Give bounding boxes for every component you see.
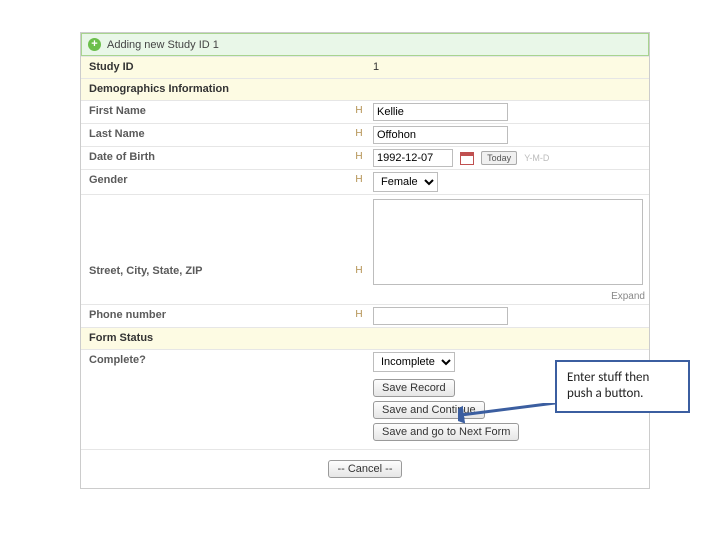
address-textarea[interactable] — [373, 199, 643, 285]
label-phone: Phone number — [81, 305, 351, 325]
cancel-row: -- Cancel -- — [81, 449, 649, 488]
form-container: + Adding new Study ID 1 Study ID 1 Demog… — [80, 32, 650, 489]
save-next-form-button[interactable]: Save and go to Next Form — [373, 423, 519, 441]
form-banner: + Adding new Study ID 1 — [81, 33, 649, 56]
history-icon[interactable]: H — [351, 101, 367, 120]
history-icon[interactable]: H — [351, 195, 367, 280]
history-icon[interactable]: H — [351, 305, 367, 324]
calendar-icon[interactable] — [460, 152, 474, 165]
header-form-status: Form Status — [81, 328, 649, 348]
phone-input[interactable] — [373, 307, 508, 325]
row-study-id: Study ID 1 — [81, 56, 649, 78]
save-continue-button[interactable]: Save and Continue — [373, 401, 485, 419]
instruction-callout: Enter stuff then push a button. — [555, 360, 690, 413]
save-record-button[interactable]: Save Record — [373, 379, 455, 397]
label-complete: Complete? — [81, 350, 351, 370]
section-form-status: Form Status — [81, 327, 649, 349]
section-demographics: Demographics Information — [81, 78, 649, 100]
last-name-input[interactable] — [373, 126, 508, 144]
value-study-id: 1 — [373, 59, 379, 73]
row-address: Street, City, State, ZIP H Expand — [81, 194, 649, 304]
banner-title: Adding new Study ID 1 — [107, 39, 219, 51]
label-dob: Date of Birth — [81, 147, 351, 167]
history-icon[interactable]: H — [351, 147, 367, 166]
label-last-name: Last Name — [81, 124, 351, 144]
complete-select[interactable]: Incomplete — [373, 352, 455, 372]
history-icon[interactable]: H — [351, 170, 367, 189]
dob-format-hint: Y-M-D — [524, 153, 549, 163]
label-first-name: First Name — [81, 101, 351, 121]
label-gender: Gender — [81, 170, 351, 190]
callout-line2: push a button. — [567, 386, 678, 402]
expand-link[interactable]: Expand — [611, 291, 645, 302]
label-study-id: Study ID — [81, 57, 351, 77]
row-dob: Date of Birth H Today Y-M-D — [81, 146, 649, 169]
header-demographics: Demographics Information — [81, 79, 649, 99]
first-name-input[interactable] — [373, 103, 508, 121]
today-button[interactable]: Today — [481, 151, 517, 165]
cancel-button[interactable]: -- Cancel -- — [328, 460, 401, 478]
history-icon[interactable]: H — [351, 124, 367, 143]
plus-icon: + — [88, 38, 101, 51]
row-last-name: Last Name H — [81, 123, 649, 146]
row-phone: Phone number H — [81, 304, 649, 327]
row-gender: Gender H Female — [81, 169, 649, 194]
dob-input[interactable] — [373, 149, 453, 167]
label-address: Street, City, State, ZIP — [81, 195, 351, 281]
row-first-name: First Name H — [81, 100, 649, 123]
callout-line1: Enter stuff then — [567, 370, 678, 386]
gender-select[interactable]: Female — [373, 172, 438, 192]
